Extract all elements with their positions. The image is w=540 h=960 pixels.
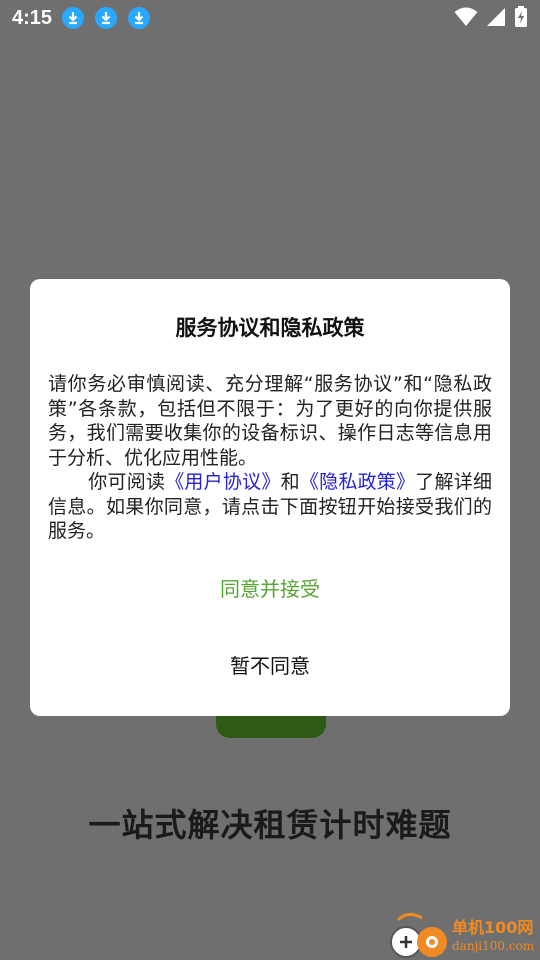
download-icon	[128, 7, 151, 29]
download-icon	[62, 7, 85, 29]
signal-icon	[486, 7, 506, 31]
status-bar: 4:15	[0, 0, 540, 36]
user-agreement-link[interactable]: 《用户协议》	[165, 471, 280, 493]
agree-button[interactable]: 同意并接受	[30, 569, 510, 609]
disagree-button[interactable]: 暂不同意	[30, 646, 510, 686]
and-text: 和	[280, 471, 300, 493]
dialog-paragraph-2: 你可阅读《用户协议》和《隐私政策》了解详细信息。如果你同意，请点击下面按钮开始接…	[48, 470, 492, 544]
status-time: 4:15	[12, 6, 53, 29]
privacy-dialog: 服务协议和隐私政策 请你务必审慎阅读、充分理解“服务协议”和“隐私政策”各条款，…	[30, 279, 510, 716]
privacy-policy-link[interactable]: 《隐私政策》	[300, 471, 415, 493]
watermark-text-cn: 单机100网	[452, 918, 534, 937]
dialog-body: 请你务必审慎阅读、充分理解“服务协议”和“隐私政策”各条款，包括但不限于：为了更…	[48, 372, 492, 544]
watermark: 单机100网 danji100.com	[388, 912, 540, 960]
dialog-title: 服务协议和隐私政策	[175, 316, 365, 340]
wifi-icon	[454, 7, 478, 31]
battery-charging-icon	[514, 6, 528, 32]
background-slogan: 一站式解决租赁计时难题	[88, 806, 452, 844]
paragraph-2-prefix: 你可阅读	[88, 471, 166, 493]
watermark-logo-icon	[388, 912, 450, 960]
status-icons	[454, 6, 528, 32]
dialog-paragraph-1: 请你务必审慎阅读、充分理解“服务协议”和“隐私政策”各条款，包括但不限于：为了更…	[48, 373, 492, 469]
download-icon	[95, 7, 118, 29]
watermark-text-en: danji100.com	[452, 939, 535, 953]
